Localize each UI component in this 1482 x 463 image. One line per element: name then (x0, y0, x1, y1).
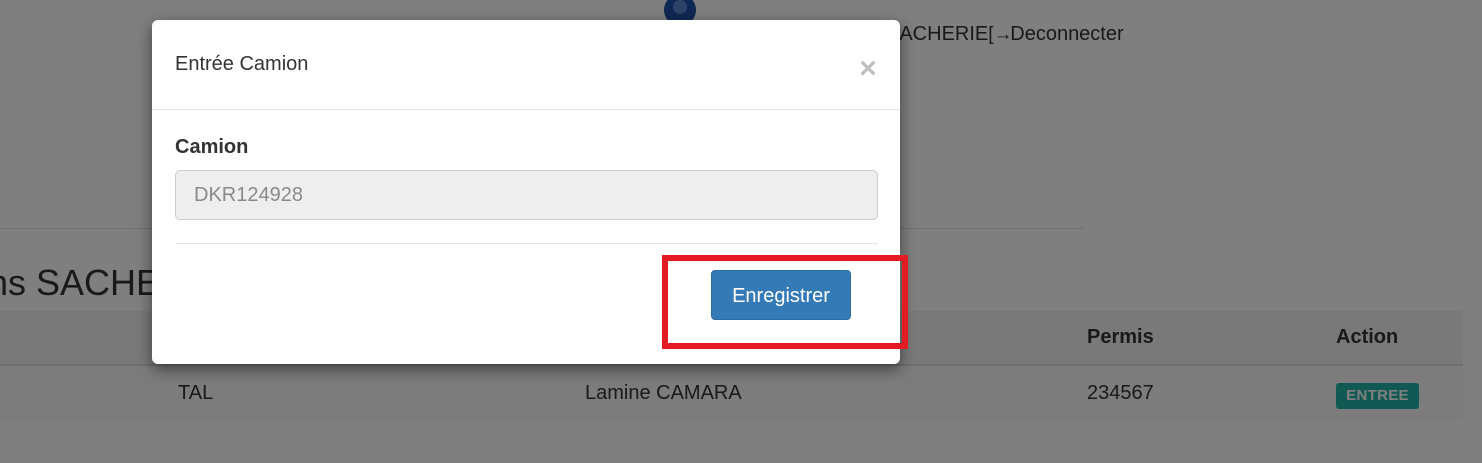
camion-field-label: Camion (175, 136, 249, 158)
modal-footer-divider (175, 243, 878, 244)
close-icon[interactable]: × (856, 54, 880, 84)
highlight-box (662, 255, 908, 349)
camion-input[interactable] (175, 170, 878, 220)
modal-title: Entrée Camion (175, 53, 309, 75)
modal-header: Entrée Camion × (152, 20, 900, 110)
